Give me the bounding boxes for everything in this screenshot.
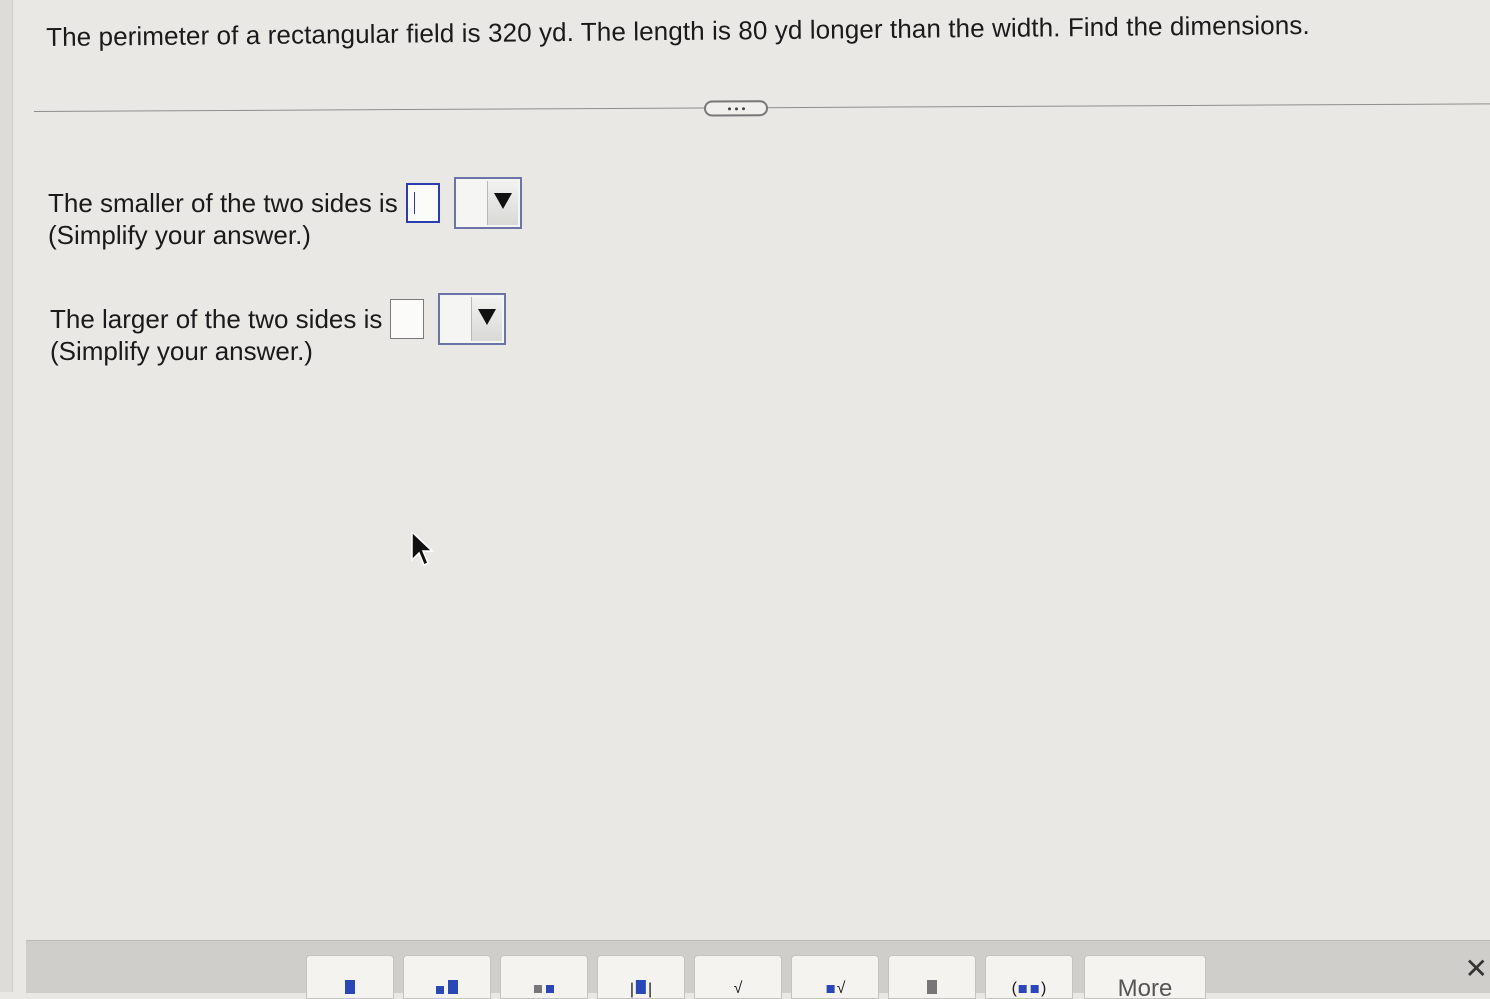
smaller-side-hint: (Simplify your answer.): [48, 220, 311, 250]
larger-side-unit-dropdown[interactable]: [438, 293, 507, 345]
dot-icon: [741, 106, 745, 110]
dot-icon: [727, 106, 731, 110]
nth-root-icon: √: [825, 980, 845, 998]
mixed-number-icon: [434, 980, 460, 998]
nth-root-button[interactable]: √: [791, 955, 879, 999]
mixed-number-button[interactable]: [403, 955, 491, 999]
dropdown-arrow-button[interactable]: [471, 297, 503, 341]
smaller-side-unit-dropdown[interactable]: [453, 177, 522, 229]
more-dots-button[interactable]: [703, 100, 769, 117]
decimal-icon: [925, 980, 939, 998]
ordered-pair-icon: (): [1011, 980, 1047, 997]
smaller-side-input[interactable]: [405, 183, 440, 223]
dot-icon: [734, 106, 738, 110]
more-button[interactable]: More: [1084, 955, 1206, 999]
chevron-down-icon: [478, 309, 497, 325]
decimal-button[interactable]: [888, 955, 976, 999]
larger-side-label: The larger of the two sides is: [50, 303, 383, 334]
fraction-button[interactable]: [306, 955, 394, 999]
answer-smaller-side: The smaller of the two sides is (Simplif…: [48, 176, 522, 251]
ordered-pair-button[interactable]: (): [985, 955, 1073, 999]
question-text: The perimeter of a rectangular field is …: [46, 9, 1310, 52]
answer-larger-side: The larger of the two sides is (Simplify…: [50, 292, 507, 367]
absolute-value-icon: | |: [629, 980, 653, 998]
exponent-icon: [532, 980, 556, 998]
square-root-button[interactable]: √: [694, 955, 782, 999]
section-divider: [34, 96, 1490, 118]
smaller-side-label: The smaller of the two sides is: [48, 187, 398, 218]
math-toolbar: | | √ √ () More: [26, 940, 1490, 999]
mouse-pointer-icon: [411, 530, 434, 567]
close-icon[interactable]: ✕: [1465, 952, 1488, 985]
square-root-icon: √: [733, 980, 743, 997]
exponent-button[interactable]: [500, 955, 588, 999]
larger-side-input[interactable]: [390, 299, 425, 339]
fraction-icon: [343, 980, 357, 998]
absolute-value-button[interactable]: | |: [597, 955, 685, 999]
dropdown-arrow-button[interactable]: [486, 181, 518, 225]
chevron-down-icon: [493, 193, 512, 209]
page-edge: [0, 0, 13, 992]
